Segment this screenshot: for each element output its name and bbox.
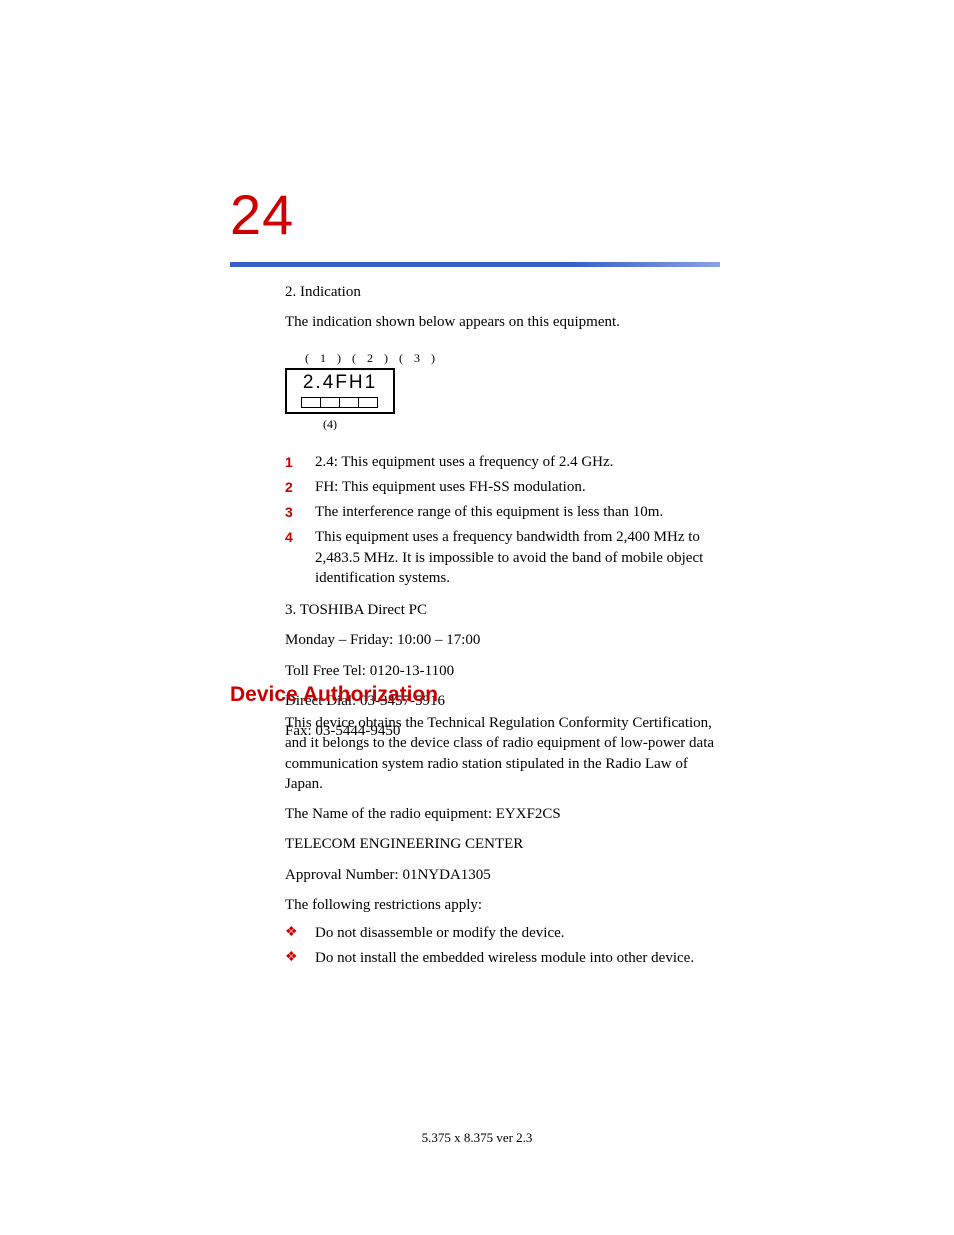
contact-toll-free: Toll Free Tel: 0120-13-1100 bbox=[285, 661, 720, 681]
auth-approval-number: Approval Number: 01NYDA1305 bbox=[285, 865, 720, 885]
page-footer: 5.375 x 8.375 ver 2.3 bbox=[0, 1130, 954, 1146]
label-box: 2.4FH1 bbox=[285, 368, 395, 414]
auth-restrictions-intro: The following restrictions apply: bbox=[285, 895, 720, 915]
list-text: Do not disassemble or modify the device. bbox=[315, 925, 720, 942]
list-number: 4 bbox=[285, 527, 315, 547]
equipment-label-diagram: (1)(2)(3) 2.4FH1 (4) bbox=[285, 351, 720, 432]
label-model-text: 2.4FH1 bbox=[287, 372, 393, 394]
list-item: 3 The interference range of this equipme… bbox=[285, 502, 720, 522]
callout-3: (3) bbox=[399, 351, 446, 365]
indication-numbered-list: 1 2.4: This equipment uses a frequency o… bbox=[285, 452, 720, 589]
list-text: This equipment uses a frequency bandwidt… bbox=[315, 527, 720, 588]
list-number: 1 bbox=[285, 452, 315, 472]
contact-hours: Monday – Friday: 10:00 – 17:00 bbox=[285, 630, 720, 650]
label-bar-indicator bbox=[287, 397, 393, 408]
page-number: 24 bbox=[230, 182, 294, 247]
list-item: 4 This equipment uses a frequency bandwi… bbox=[285, 527, 720, 588]
section-divider bbox=[230, 262, 720, 267]
list-number: 2 bbox=[285, 477, 315, 497]
list-text: Do not install the embedded wireless mod… bbox=[315, 950, 720, 967]
list-item: ❖ Do not disassemble or modify the devic… bbox=[285, 925, 720, 942]
device-authorization-heading: Device Authorization bbox=[230, 683, 438, 707]
auth-paragraph-1: This device obtains the Technical Regula… bbox=[285, 713, 720, 794]
list-text: 2.4: This equipment uses a frequency of … bbox=[315, 452, 720, 472]
callout-4: (4) bbox=[323, 417, 720, 432]
list-item: 1 2.4: This equipment uses a frequency o… bbox=[285, 452, 720, 472]
list-item: 2 FH: This equipment uses FH-SS modulati… bbox=[285, 477, 720, 497]
restrictions-bullet-list: ❖ Do not disassemble or modify the devic… bbox=[285, 925, 720, 967]
list-text: FH: This equipment uses FH-SS modulation… bbox=[315, 477, 720, 497]
indication-intro: The indication shown below appears on th… bbox=[285, 312, 720, 332]
auth-radio-name: The Name of the radio equipment: EYXF2CS bbox=[285, 804, 720, 824]
list-text: The interference range of this equipment… bbox=[315, 502, 720, 522]
diamond-bullet-icon: ❖ bbox=[285, 950, 315, 967]
contact-heading: 3. TOSHIBA Direct PC bbox=[285, 600, 720, 620]
auth-center: TELECOM ENGINEERING CENTER bbox=[285, 834, 720, 854]
indication-heading: 2. Indication bbox=[285, 282, 720, 302]
list-number: 3 bbox=[285, 502, 315, 522]
diamond-bullet-icon: ❖ bbox=[285, 925, 315, 942]
callout-1: (1) bbox=[305, 351, 352, 365]
list-item: ❖ Do not install the embedded wireless m… bbox=[285, 950, 720, 967]
callout-2: (2) bbox=[352, 351, 399, 365]
